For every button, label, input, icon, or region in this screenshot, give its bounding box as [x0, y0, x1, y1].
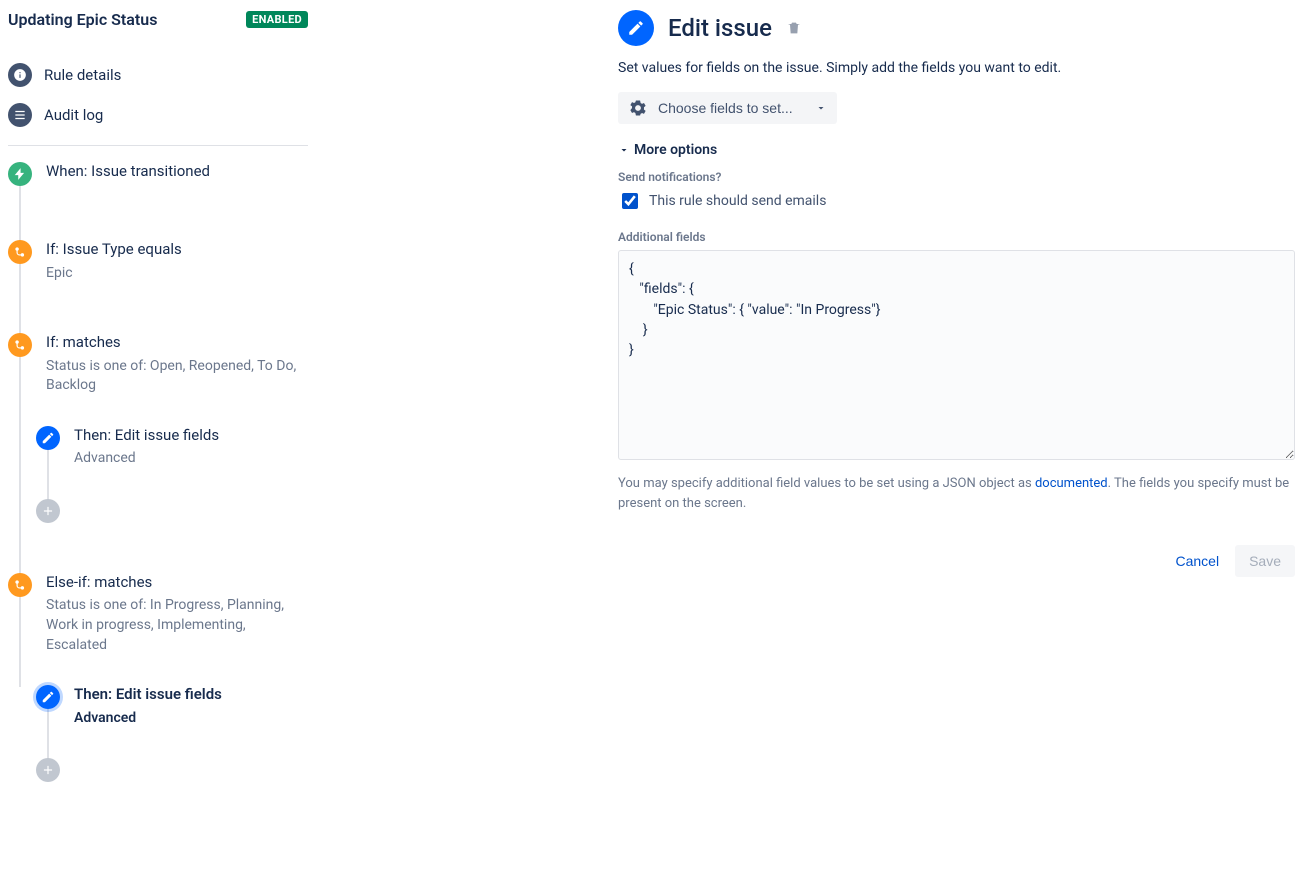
delete-action-button[interactable] — [786, 20, 802, 36]
choose-fields-button[interactable]: Choose fields to set... — [618, 92, 837, 124]
panel-title: Edit issue — [668, 14, 772, 42]
branch-icon — [8, 333, 32, 357]
flow-condition-else-if[interactable]: Else-if: matches Status is one of: In Pr… — [8, 573, 308, 685]
send-emails-checkbox-label[interactable]: This rule should send emails — [649, 193, 826, 209]
flow-condition-if-matches-title: If: matches — [46, 333, 308, 353]
flow-condition-else-if-title: Else-if: matches — [46, 573, 308, 593]
flow-trigger[interactable]: When: Issue transitioned — [8, 162, 308, 216]
flow-trigger-title: When: Issue transitioned — [46, 162, 308, 182]
send-notifications-label: Send notifications? — [618, 170, 1295, 184]
flow-condition-else-if-sub: Status is one of: In Progress, Planning,… — [46, 596, 308, 655]
additional-fields-textarea[interactable] — [618, 250, 1295, 460]
plus-icon — [36, 499, 60, 523]
rule-title: Updating Epic Status — [8, 10, 157, 29]
plus-icon — [36, 758, 60, 782]
branch-icon — [8, 573, 32, 597]
flow-condition-issue-type-title: If: Issue Type equals — [46, 240, 308, 260]
sidebar-divider — [8, 145, 308, 146]
flow-action-edit-1-sub: Advanced — [74, 449, 308, 469]
more-options-toggle[interactable]: More options — [618, 142, 1295, 158]
flow-action-edit-2-sub: Advanced — [74, 709, 308, 729]
flow-action-edit-2[interactable]: Then: Edit issue fields Advanced — [36, 685, 308, 758]
pencil-icon — [36, 426, 60, 450]
bolt-icon — [8, 162, 32, 186]
send-emails-checkbox[interactable] — [622, 193, 638, 209]
flow-action-edit-1[interactable]: Then: Edit issue fields Advanced — [36, 426, 308, 499]
flow-condition-if-matches-sub: Status is one of: Open, Reopened, To Do,… — [46, 357, 308, 396]
list-icon — [8, 103, 32, 127]
pencil-icon — [36, 685, 60, 709]
status-lozenge: ENABLED — [246, 11, 308, 28]
nav-audit-log-label: Audit log — [44, 106, 103, 124]
flow-add-component-2[interactable] — [36, 758, 308, 792]
more-options-label: More options — [634, 142, 717, 158]
documented-link[interactable]: documented — [1035, 476, 1108, 491]
flow-add-component-1[interactable] — [36, 499, 308, 573]
flow-action-edit-2-title: Then: Edit issue fields — [74, 685, 308, 705]
pencil-icon — [618, 10, 654, 46]
nav-rule-details[interactable]: Rule details — [8, 55, 308, 95]
nav-audit-log[interactable]: Audit log — [8, 95, 308, 135]
chevron-down-icon — [815, 102, 827, 114]
chevron-down-icon — [618, 144, 630, 156]
cancel-button[interactable]: Cancel — [1163, 545, 1231, 577]
panel-description: Set values for fields on the issue. Simp… — [618, 60, 1295, 76]
additional-fields-helper: You may specify additional field values … — [618, 474, 1295, 513]
flow-condition-if-matches[interactable]: If: matches Status is one of: Open, Reop… — [8, 333, 308, 426]
gear-icon — [628, 98, 648, 118]
branch-icon — [8, 240, 32, 264]
flow-action-edit-1-title: Then: Edit issue fields — [74, 426, 308, 446]
additional-fields-label: Additional fields — [618, 230, 1295, 244]
save-button[interactable]: Save — [1235, 545, 1295, 577]
flow-condition-issue-type-sub: Epic — [46, 264, 308, 284]
info-icon — [8, 63, 32, 87]
nav-rule-details-label: Rule details — [44, 66, 121, 84]
choose-fields-label: Choose fields to set... — [658, 100, 793, 116]
flow-condition-issue-type[interactable]: If: Issue Type equals Epic — [8, 240, 308, 313]
